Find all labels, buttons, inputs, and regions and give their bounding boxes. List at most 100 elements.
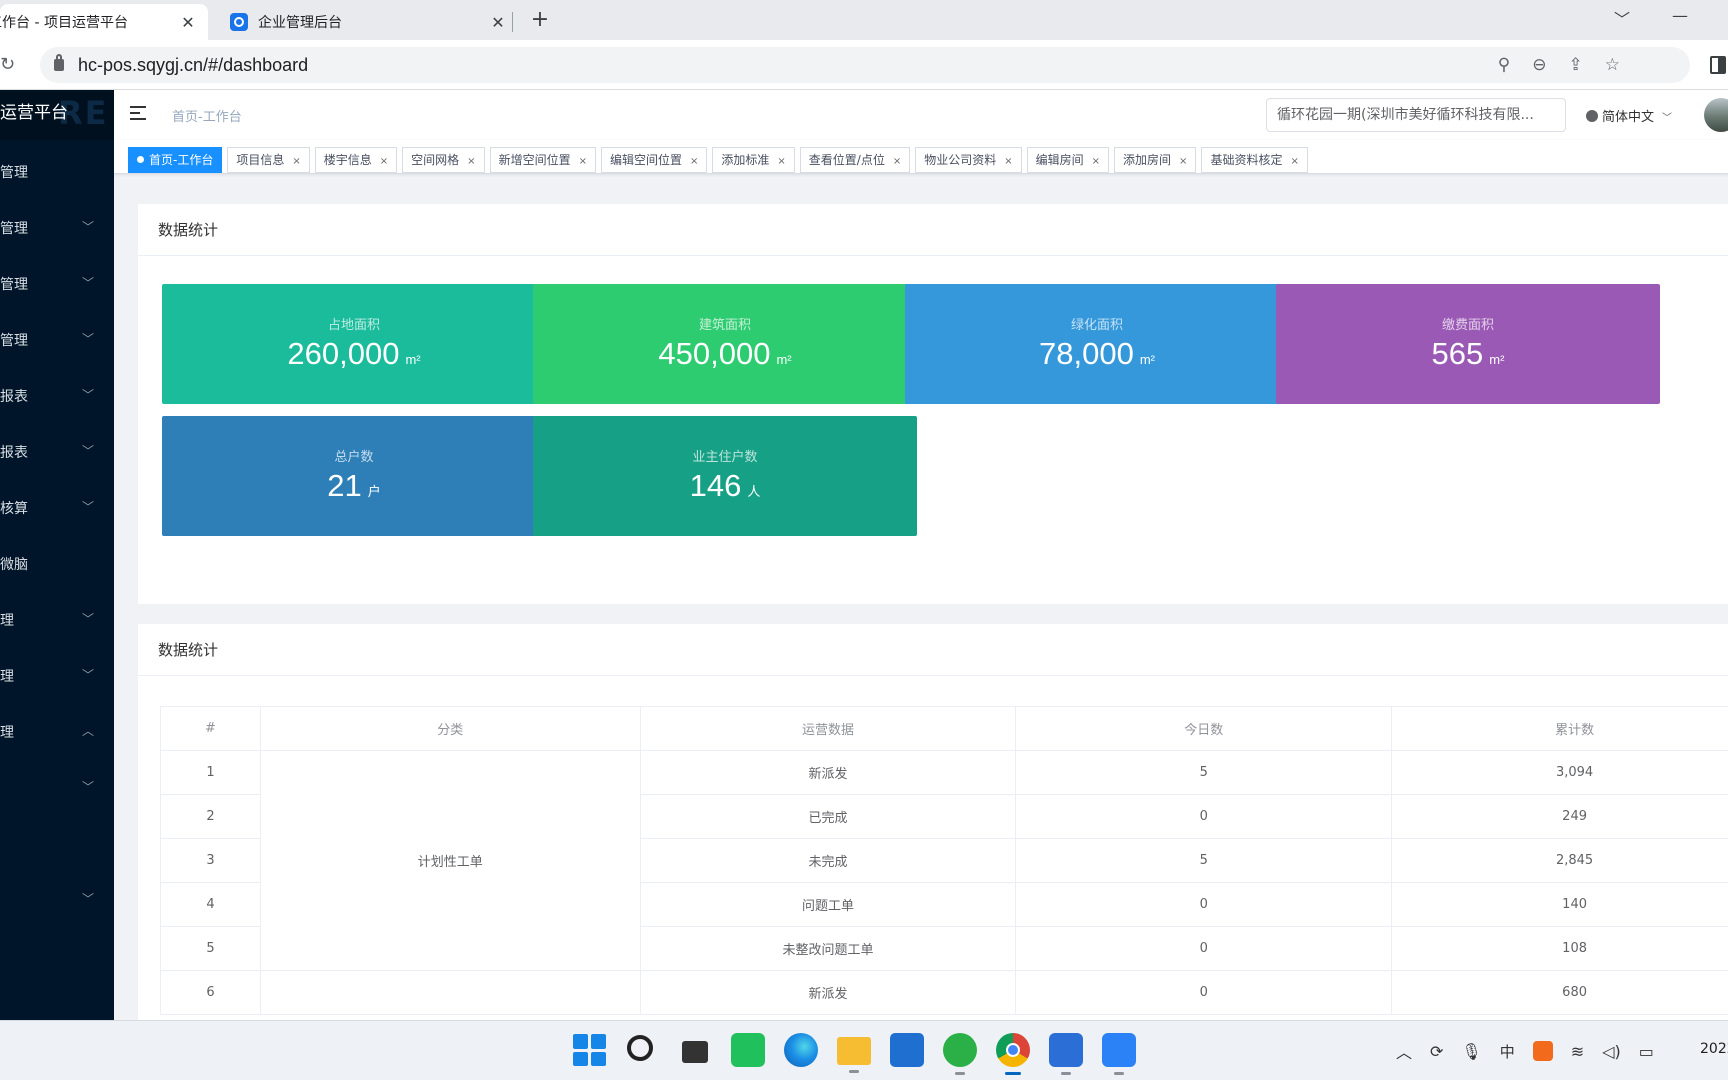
sidebar-item-label: 管理 — [0, 333, 28, 349]
tag-7[interactable]: 查看位置/点位 × — [799, 147, 911, 173]
search-icon[interactable] — [625, 1033, 659, 1067]
sidebar-item[interactable]: 管理 — [0, 144, 114, 200]
chrome-browser-icon[interactable] — [996, 1033, 1030, 1075]
close-icon[interactable]: × — [1004, 156, 1012, 167]
feishu-icon[interactable] — [1102, 1033, 1136, 1075]
close-icon[interactable]: × — [1092, 156, 1100, 167]
bookmark-star-icon[interactable]: ☆ — [1605, 55, 1620, 75]
browser-tab-active[interactable]: 工作台 - 项目运营平台 ✕ — [0, 4, 208, 40]
tag-0[interactable]: 首页-工作台 — [128, 147, 223, 173]
stat-unit: 人 — [747, 484, 761, 499]
sidebar-item[interactable]: 管理 ﹀ — [0, 256, 114, 312]
clock[interactable]: 2022 — [1700, 1041, 1728, 1057]
stat-value-line: 260,000 m² — [162, 336, 546, 372]
side-panel-icon[interactable] — [1710, 56, 1726, 74]
close-tab-icon[interactable]: ✕ — [488, 13, 508, 32]
tag-10[interactable]: 添加房间 × — [1114, 147, 1197, 173]
close-icon[interactable]: × — [777, 156, 785, 167]
minimize-icon[interactable]: — — [1672, 6, 1688, 25]
close-icon[interactable]: × — [292, 156, 300, 167]
operations-panel: 数据统计 # 分类 运营数据 今日数 累计数 1 计划性工单 新派发 5 3,094 2 已… — [138, 624, 1728, 1020]
close-icon[interactable]: × — [1179, 156, 1187, 167]
language-label: 简体中文 — [1602, 110, 1655, 125]
omnibox[interactable]: hc-pos.sqygj.cn/#/dashboard ⚲ ⊖ ⇪ ☆ — [40, 47, 1690, 83]
microphone-icon[interactable]: 🎙 — [1461, 1042, 1481, 1061]
sidebar-item[interactable]: 理 ﹀ — [0, 648, 114, 704]
sidebar-item[interactable]: ﹀ — [0, 760, 114, 816]
tag-11[interactable]: 基础资料核定 × — [1201, 147, 1308, 173]
stat-value-line: 21 户 — [162, 468, 546, 504]
sidebar-item[interactable]: 理 ︿ — [0, 704, 114, 760]
browser-tab-inactive[interactable]: 企业管理后台 ✕ — [220, 4, 508, 40]
tag-6[interactable]: 添加标准 × — [712, 147, 795, 173]
project-select[interactable]: 循环花园一期(深圳市美好循环科技有限... — [1266, 98, 1566, 132]
chevron-down-icon: ﹀ — [1662, 113, 1673, 124]
collapse-menu-icon[interactable] — [130, 106, 146, 120]
stat-label: 建筑面积 — [698, 318, 751, 333]
sidebar-item[interactable]: ﹀ — [0, 872, 114, 928]
breadcrumb[interactable]: 首页-工作台 — [172, 106, 242, 125]
windows-start-icon[interactable] — [572, 1033, 606, 1067]
word-icon[interactable] — [1049, 1033, 1083, 1075]
share-icon[interactable]: ⇪ — [1569, 55, 1583, 75]
sidebar-item[interactable]: 微脑 — [0, 536, 114, 592]
tag-8[interactable]: 物业公司资料 × — [915, 147, 1022, 173]
lock-icon[interactable] — [54, 54, 64, 71]
tag-label: 物业公司资料 — [924, 153, 997, 167]
file-explorer-icon[interactable] — [837, 1037, 871, 1073]
stat-unit: m² — [776, 352, 792, 367]
sidebar-item[interactable]: 报表 ﹀ — [0, 368, 114, 424]
row-today: 0 — [1015, 882, 1393, 927]
task-view-icon[interactable] — [678, 1033, 712, 1067]
row-index: 5 — [160, 926, 261, 971]
top-navbar: 首页-工作台 循环花园一期(深圳市美好循环科技有限... 简体中文 ﹀ — [114, 90, 1728, 140]
close-icon[interactable]: × — [467, 156, 475, 167]
sidebar-item-label: 管理 — [0, 221, 28, 237]
sidebar-item[interactable]: 报表 ﹀ — [0, 424, 114, 480]
location-icon[interactable]: ⚲ — [1498, 55, 1510, 75]
row-index: 1 — [160, 750, 261, 795]
close-icon[interactable]: × — [690, 156, 698, 167]
tag-2[interactable]: 楼宇信息 × — [314, 147, 398, 173]
stat-value-line: 450,000 m² — [533, 336, 917, 372]
omnibox-actions: ⚲ ⊖ ⇪ ☆ — [1498, 55, 1620, 75]
volume-icon[interactable]: ◁) — [1602, 1042, 1621, 1061]
microsoft-store-icon[interactable] — [890, 1033, 924, 1067]
sidebar-item[interactable]: 管理 ﹀ — [0, 200, 114, 256]
close-icon[interactable]: × — [893, 156, 901, 167]
tag-9[interactable]: 编辑房间 × — [1026, 147, 1110, 173]
input-method-icon[interactable]: 中 — [1500, 1041, 1515, 1062]
reload-icon[interactable]: ↻ — [0, 54, 15, 75]
tag-5[interactable]: 编辑空间位置 × — [600, 147, 708, 173]
url-text[interactable]: hc-pos.sqygj.cn/#/dashboard — [78, 55, 308, 76]
tab-search-icon[interactable]: ﹀ — [1614, 6, 1630, 30]
close-tab-icon[interactable]: ✕ — [178, 13, 198, 32]
wifi-icon[interactable]: ≋ — [1571, 1042, 1584, 1061]
zoom-icon[interactable]: ⊖ — [1532, 55, 1546, 75]
sidebar-item-label: 管理 — [0, 165, 28, 181]
show-hidden-icons-icon[interactable]: ︿ — [1396, 1039, 1412, 1063]
edge-browser-icon[interactable] — [784, 1033, 818, 1067]
sync-icon[interactable]: ⟳ — [1430, 1042, 1443, 1061]
sidebar-item[interactable]: 理 ﹀ — [0, 592, 114, 648]
wechat-icon[interactable] — [943, 1033, 977, 1075]
close-icon[interactable]: × — [1290, 156, 1298, 167]
stat-label: 绿化面积 — [1070, 318, 1123, 333]
close-icon[interactable]: × — [380, 156, 388, 167]
sogou-icon[interactable] — [1532, 1041, 1553, 1061]
battery-icon[interactable]: ▭ — [1639, 1042, 1654, 1061]
sidebar-item[interactable]: 核算 ﹀ — [0, 480, 114, 536]
sidebar-item-label: 报表 — [0, 445, 28, 461]
avatar[interactable] — [1704, 98, 1728, 132]
row-index: 4 — [160, 882, 261, 927]
language-select[interactable]: 简体中文 ﹀ — [1586, 106, 1672, 125]
shopping-bag-icon[interactable] — [731, 1033, 765, 1067]
tag-3[interactable]: 空间网格 × — [402, 147, 485, 173]
sidebar-item[interactable]: 管理 ﹀ — [0, 312, 114, 368]
new-tab-button[interactable]: + — [528, 8, 552, 32]
tag-1[interactable]: 项目信息 × — [227, 147, 310, 173]
close-icon[interactable]: × — [579, 156, 587, 167]
tag-4[interactable]: 新增空间位置 × — [489, 147, 596, 173]
sidebar-item[interactable] — [0, 816, 114, 872]
stat-card: 绿化面积 78,000 m² — [905, 284, 1289, 404]
